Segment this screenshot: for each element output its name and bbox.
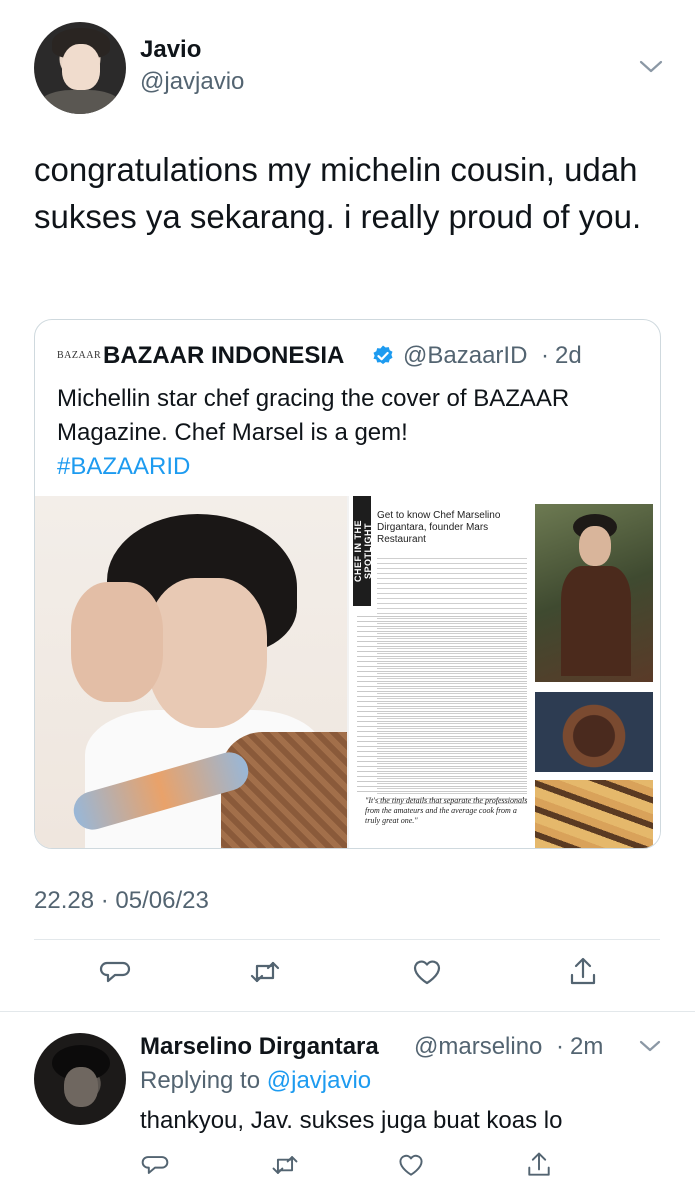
tweet-detail-page: Javio @javjavio congratulations my miche… — [0, 0, 695, 1200]
magazine-article-page: CHEF IN THE SPOTLIGHT Get to know Chef M… — [349, 496, 660, 848]
author-avatar[interactable] — [34, 22, 126, 114]
reply-author-name[interactable]: Marselino Dirgantara — [140, 1033, 379, 1061]
heart-icon[interactable] — [396, 1150, 426, 1180]
chevron-down-icon[interactable] — [638, 1036, 662, 1056]
verified-badge-icon — [373, 345, 393, 365]
quoted-author-handle[interactable]: @BazaarID — [403, 342, 527, 370]
quoted-separator: · — [541, 342, 549, 369]
reply-separator: · — [556, 1033, 564, 1060]
quoted-hashtag-link[interactable]: #BAZAARID — [57, 453, 190, 480]
magazine-cover-photo — [35, 496, 347, 848]
cover-face-shape — [147, 578, 267, 728]
cover-jacket-shape — [221, 732, 347, 848]
divider — [34, 939, 660, 940]
retweet-icon[interactable] — [248, 955, 282, 989]
article-portrait-photo — [535, 504, 653, 682]
avatar-face-shape — [62, 44, 100, 90]
share-icon[interactable] — [524, 1150, 554, 1180]
replying-to-mention-link[interactable]: @javjavio — [267, 1067, 371, 1094]
heart-icon[interactable] — [410, 955, 444, 989]
reply-icon[interactable] — [140, 1150, 170, 1180]
article-body-text-2 — [357, 616, 527, 796]
quoted-author-name[interactable]: BAZAAR INDONESIA — [103, 342, 344, 370]
chevron-down-icon[interactable] — [638, 56, 664, 76]
share-icon[interactable] — [566, 955, 600, 989]
reply-icon[interactable] — [98, 955, 132, 989]
reply-text: thankyou, Jav. sukses juga buat koas lo — [140, 1107, 563, 1134]
quoted-text: Michellin star chef gracing the cover of… — [57, 382, 647, 484]
author-handle[interactable]: @javjavio — [140, 68, 244, 96]
avatar-coat-shape — [38, 90, 122, 114]
tweet-action-bar — [0, 955, 695, 989]
tweet-timestamp[interactable]: 22.28 · 05/06/23 — [34, 887, 209, 915]
quoted-tweet-card[interactable]: BAZAAR BAZAAR INDONESIA @BazaarID · 2d M… — [34, 319, 661, 849]
replying-to-line: Replying to @javjavio — [140, 1067, 371, 1095]
article-section-label: CHEF IN THE SPOTLIGHT — [353, 496, 373, 606]
quoted-time: 2d — [555, 342, 582, 369]
author-display-name[interactable]: Javio — [140, 36, 201, 64]
retweet-icon[interactable] — [270, 1150, 300, 1180]
reply-time: 2m — [570, 1033, 604, 1060]
reply-author-avatar[interactable] — [34, 1033, 126, 1125]
reply-author-handle[interactable]: @marselino — [414, 1033, 542, 1061]
article-food-photo-2 — [535, 780, 653, 848]
cover-hand-shape — [71, 582, 163, 702]
portrait-body-shape — [561, 566, 631, 676]
portrait-face-shape — [579, 526, 611, 566]
article-pull-quote: "It's the tiny details that separate the… — [365, 796, 528, 825]
quoted-author-logo: BAZAAR — [57, 350, 102, 361]
reply-action-bar — [0, 1150, 695, 1184]
quoted-text-body: Michellin star chef gracing the cover of… — [57, 385, 570, 446]
section-divider — [0, 1011, 695, 1012]
article-headline: Get to know Chef Marselino Dirgantara, f… — [377, 510, 501, 545]
reply-avatar-face-shape — [64, 1067, 98, 1107]
article-food-photo — [535, 692, 653, 772]
replying-to-prefix: Replying to — [140, 1067, 261, 1094]
tweet-text: congratulations my michelin cousin, udah… — [34, 151, 642, 235]
quoted-media[interactable]: CHEF IN THE SPOTLIGHT Get to know Chef M… — [35, 496, 660, 848]
